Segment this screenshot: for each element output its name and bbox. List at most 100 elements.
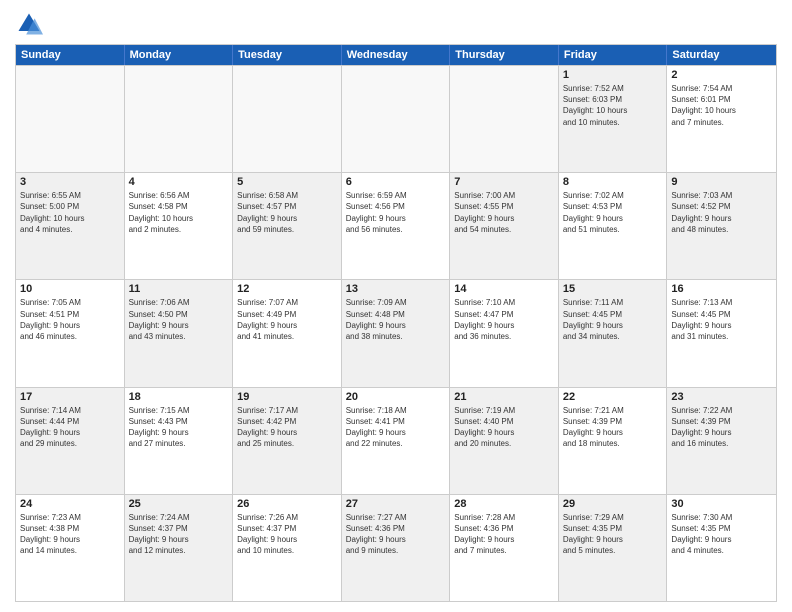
calendar-cell: 30 Sunrise: 7:30 AM Sunset: 4:35 PM Dayli… [667,495,776,601]
day-number: 26 [237,498,337,510]
day-info: Sunrise: 6:55 AM Sunset: 5:00 PM Dayligh… [20,190,120,235]
day-info: Sunrise: 7:24 AM Sunset: 4:37 PM Dayligh… [129,512,229,557]
day-number: 17 [20,391,120,403]
day-info: Sunrise: 7:00 AM Sunset: 4:55 PM Dayligh… [454,190,554,235]
calendar-header-cell: Monday [125,45,234,65]
calendar-cell [16,66,125,172]
day-info: Sunrise: 6:58 AM Sunset: 4:57 PM Dayligh… [237,190,337,235]
calendar-cell [125,66,234,172]
calendar-cell: 5 Sunrise: 6:58 AM Sunset: 4:57 PM Daylig… [233,173,342,279]
day-info: Sunrise: 7:11 AM Sunset: 4:45 PM Dayligh… [563,297,663,342]
day-info: Sunrise: 7:30 AM Sunset: 4:35 PM Dayligh… [671,512,772,557]
calendar: SundayMondayTuesdayWednesdayThursdayFrid… [15,44,777,602]
day-number: 4 [129,176,229,188]
day-info: Sunrise: 7:13 AM Sunset: 4:45 PM Dayligh… [671,297,772,342]
day-info: Sunrise: 7:18 AM Sunset: 4:41 PM Dayligh… [346,405,446,450]
day-number: 7 [454,176,554,188]
day-number: 15 [563,283,663,295]
calendar-cell: 24 Sunrise: 7:23 AM Sunset: 4:38 PM Dayli… [16,495,125,601]
calendar-cell: 1 Sunrise: 7:52 AM Sunset: 6:03 PM Daylig… [559,66,668,172]
calendar-cell: 18 Sunrise: 7:15 AM Sunset: 4:43 PM Dayli… [125,388,234,494]
calendar-cell: 2 Sunrise: 7:54 AM Sunset: 6:01 PM Daylig… [667,66,776,172]
day-info: Sunrise: 7:19 AM Sunset: 4:40 PM Dayligh… [454,405,554,450]
calendar-cell: 17Sunrise: 7:14 AM Sunset: 4:44 PM Dayli… [16,388,125,494]
calendar-cell: 15 Sunrise: 7:11 AM Sunset: 4:45 PM Dayli… [559,280,668,386]
calendar-cell: 14Sunrise: 7:10 AM Sunset: 4:47 PM Dayli… [450,280,559,386]
page: SundayMondayTuesdayWednesdayThursdayFrid… [0,0,792,612]
calendar-cell: 4 Sunrise: 6:56 AM Sunset: 4:58 PM Daylig… [125,173,234,279]
day-number: 27 [346,498,446,510]
calendar-cell: 8 Sunrise: 7:02 AM Sunset: 4:53 PM Daylig… [559,173,668,279]
day-number: 20 [346,391,446,403]
day-number: 18 [129,391,229,403]
day-number: 11 [129,283,229,295]
calendar-header-cell: Tuesday [233,45,342,65]
calendar-cell: 23Sunrise: 7:22 AM Sunset: 4:39 PM Dayli… [667,388,776,494]
calendar-cell: 26 Sunrise: 7:26 AM Sunset: 4:37 PM Dayli… [233,495,342,601]
day-info: Sunrise: 7:09 AM Sunset: 4:48 PM Dayligh… [346,297,446,342]
day-number: 21 [454,391,554,403]
day-info: Sunrise: 7:52 AM Sunset: 6:03 PM Dayligh… [563,83,663,128]
calendar-cell: 22 Sunrise: 7:21 AM Sunset: 4:39 PM Dayli… [559,388,668,494]
calendar-row: 17Sunrise: 7:14 AM Sunset: 4:44 PM Dayli… [16,387,776,494]
logo [15,10,47,38]
day-number: 23 [671,391,772,403]
day-number: 19 [237,391,337,403]
calendar-cell [233,66,342,172]
day-number: 16 [671,283,772,295]
calendar-cell: 27Sunrise: 7:27 AM Sunset: 4:36 PM Dayli… [342,495,451,601]
day-info: Sunrise: 7:21 AM Sunset: 4:39 PM Dayligh… [563,405,663,450]
day-info: Sunrise: 7:28 AM Sunset: 4:36 PM Dayligh… [454,512,554,557]
day-number: 30 [671,498,772,510]
calendar-cell: 3 Sunrise: 6:55 AM Sunset: 5:00 PM Daylig… [16,173,125,279]
calendar-cell: 19 Sunrise: 7:17 AM Sunset: 4:42 PM Dayli… [233,388,342,494]
day-info: Sunrise: 6:59 AM Sunset: 4:56 PM Dayligh… [346,190,446,235]
day-info: Sunrise: 7:26 AM Sunset: 4:37 PM Dayligh… [237,512,337,557]
day-number: 1 [563,69,663,81]
calendar-header-cell: Saturday [667,45,776,65]
day-info: Sunrise: 7:02 AM Sunset: 4:53 PM Dayligh… [563,190,663,235]
day-info: Sunrise: 7:29 AM Sunset: 4:35 PM Dayligh… [563,512,663,557]
day-number: 2 [671,69,772,81]
day-info: Sunrise: 7:15 AM Sunset: 4:43 PM Dayligh… [129,405,229,450]
day-number: 3 [20,176,120,188]
calendar-cell: 20 Sunrise: 7:18 AM Sunset: 4:41 PM Dayli… [342,388,451,494]
day-number: 12 [237,283,337,295]
calendar-cell: 25 Sunrise: 7:24 AM Sunset: 4:37 PM Dayli… [125,495,234,601]
calendar-cell: 9 Sunrise: 7:03 AM Sunset: 4:52 PM Daylig… [667,173,776,279]
day-number: 8 [563,176,663,188]
day-number: 13 [346,283,446,295]
calendar-row: 24 Sunrise: 7:23 AM Sunset: 4:38 PM Dayli… [16,494,776,601]
day-number: 5 [237,176,337,188]
day-info: Sunrise: 7:54 AM Sunset: 6:01 PM Dayligh… [671,83,772,128]
calendar-body: 1 Sunrise: 7:52 AM Sunset: 6:03 PM Daylig… [16,65,776,601]
day-info: Sunrise: 6:56 AM Sunset: 4:58 PM Dayligh… [129,190,229,235]
day-info: Sunrise: 7:06 AM Sunset: 4:50 PM Dayligh… [129,297,229,342]
calendar-header-cell: Sunday [16,45,125,65]
header [15,10,777,38]
day-info: Sunrise: 7:23 AM Sunset: 4:38 PM Dayligh… [20,512,120,557]
day-info: Sunrise: 7:17 AM Sunset: 4:42 PM Dayligh… [237,405,337,450]
calendar-cell: 7 Sunrise: 7:00 AM Sunset: 4:55 PM Daylig… [450,173,559,279]
day-number: 22 [563,391,663,403]
logo-icon [15,10,43,38]
day-number: 25 [129,498,229,510]
calendar-row: 3 Sunrise: 6:55 AM Sunset: 5:00 PM Daylig… [16,172,776,279]
day-number: 10 [20,283,120,295]
day-number: 28 [454,498,554,510]
calendar-cell: 6 Sunrise: 6:59 AM Sunset: 4:56 PM Daylig… [342,173,451,279]
day-number: 9 [671,176,772,188]
calendar-header-cell: Friday [559,45,668,65]
calendar-row: 1 Sunrise: 7:52 AM Sunset: 6:03 PM Daylig… [16,65,776,172]
calendar-cell: 12Sunrise: 7:07 AM Sunset: 4:49 PM Dayli… [233,280,342,386]
day-number: 14 [454,283,554,295]
calendar-cell: 28 Sunrise: 7:28 AM Sunset: 4:36 PM Dayli… [450,495,559,601]
day-info: Sunrise: 7:03 AM Sunset: 4:52 PM Dayligh… [671,190,772,235]
calendar-header-cell: Wednesday [342,45,451,65]
calendar-cell: 13 Sunrise: 7:09 AM Sunset: 4:48 PM Dayli… [342,280,451,386]
calendar-cell: 21 Sunrise: 7:19 AM Sunset: 4:40 PM Dayli… [450,388,559,494]
day-number: 24 [20,498,120,510]
calendar-cell [342,66,451,172]
calendar-cell: 29Sunrise: 7:29 AM Sunset: 4:35 PM Dayli… [559,495,668,601]
day-number: 6 [346,176,446,188]
